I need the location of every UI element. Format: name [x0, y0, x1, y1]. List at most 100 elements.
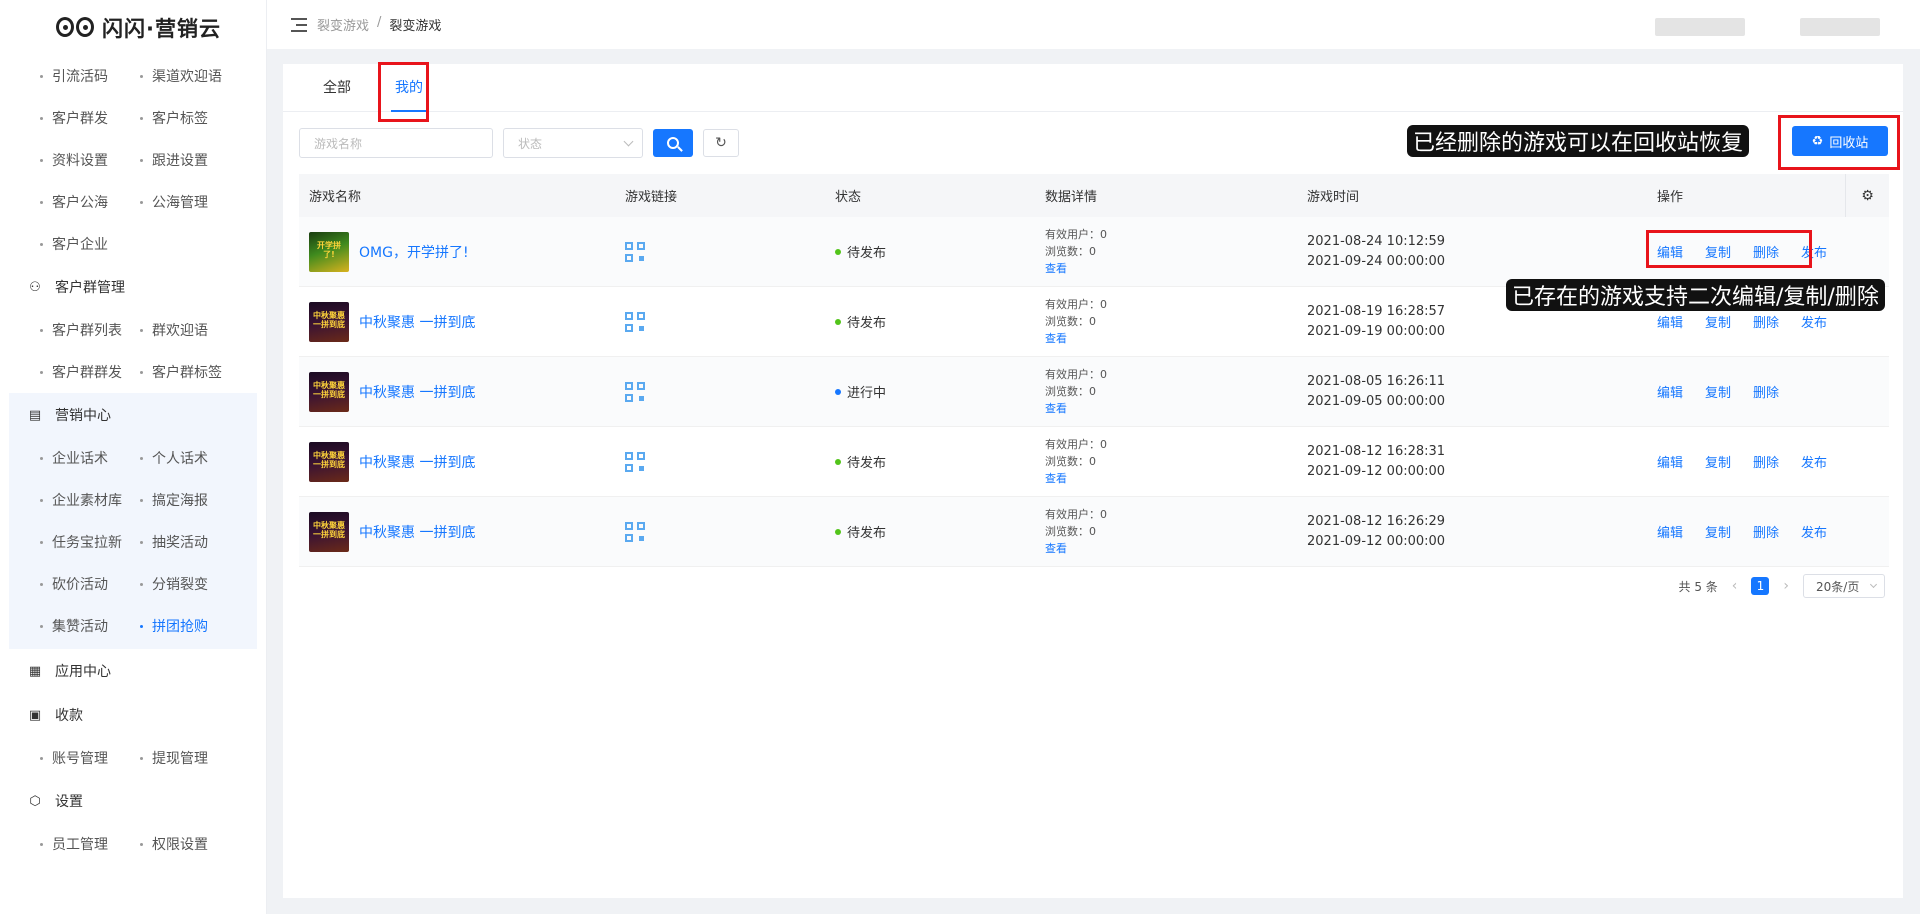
edit-button[interactable]: 编辑 — [1657, 312, 1683, 331]
edit-button[interactable]: 编辑 — [1657, 242, 1683, 261]
pagination: 共 5 条 ‹ 1 › 20条/页 — [1679, 574, 1885, 598]
search-icon — [667, 137, 679, 149]
game-link-cell — [615, 451, 825, 472]
game-name-link[interactable]: 中秋聚惠 一拼到底 — [359, 452, 475, 472]
publish-button[interactable]: 发布 — [1801, 242, 1827, 261]
sidebar-item[interactable]: 引流活码 — [40, 55, 140, 97]
publish-button[interactable]: 发布 — [1801, 312, 1827, 331]
search-button[interactable] — [653, 129, 693, 157]
group-users-icon: ⚇ — [29, 279, 41, 295]
sidebar-item[interactable]: 客户公海 — [40, 181, 140, 223]
delete-button[interactable]: 删除 — [1753, 312, 1779, 331]
prev-page-icon[interactable]: ‹ — [1732, 578, 1738, 594]
recycle-icon: ♻ — [1811, 133, 1824, 149]
sidebar-item[interactable]: 公海管理 — [140, 181, 250, 223]
qr-code-icon[interactable] — [625, 451, 645, 472]
sidebar-item[interactable]: 集赞活动 — [40, 605, 140, 647]
sidebar-group-settings[interactable]: ⬡ 设置 — [0, 779, 266, 823]
status-select[interactable]: 状态 — [503, 128, 643, 158]
page-number-current[interactable]: 1 — [1751, 577, 1770, 595]
breadcrumb-item[interactable]: 裂变游戏 — [317, 15, 369, 34]
game-name-link[interactable]: 中秋聚惠 一拼到底 — [359, 382, 475, 402]
valid-users: 有效用户：0 — [1045, 368, 1107, 381]
next-page-icon[interactable]: › — [1783, 578, 1789, 594]
column-settings-gear-icon[interactable]: ⚙ — [1845, 174, 1889, 217]
sidebar-item[interactable]: 提现管理 — [140, 737, 250, 779]
view-details-link[interactable]: 查看 — [1045, 260, 1297, 277]
sidebar-group-marketing[interactable]: ▤ 营销中心 — [9, 393, 257, 437]
sidebar-item[interactable]: 客户企业 — [40, 223, 140, 265]
sidebar-item[interactable]: 抽奖活动 — [140, 521, 250, 563]
menu-fold-icon[interactable] — [291, 17, 307, 32]
sidebar-item[interactable]: 客户群列表 — [40, 309, 140, 351]
sidebar-item[interactable]: 权限设置 — [140, 823, 250, 865]
tab-all[interactable]: 全部 — [323, 77, 351, 111]
publish-button[interactable]: 发布 — [1801, 522, 1827, 541]
publish-button[interactable]: 发布 — [1801, 452, 1827, 471]
game-name-input[interactable]: 游戏名称 — [299, 128, 493, 158]
sidebar-item[interactable]: 群欢迎语 — [140, 309, 250, 351]
sidebar-item-active[interactable]: 拼团抢购 — [140, 605, 250, 647]
view-details-link[interactable]: 查看 — [1045, 330, 1297, 347]
sidebar-group-customer-groups[interactable]: ⚇ 客户群管理 — [0, 265, 266, 309]
column-header: 游戏时间 — [1307, 190, 1360, 205]
copy-button[interactable]: 复制 — [1705, 382, 1731, 401]
sidebar-item[interactable]: 渠道欢迎语 — [140, 55, 250, 97]
edit-button[interactable]: 编辑 — [1657, 522, 1683, 541]
sidebar-item[interactable]: 企业话术 — [40, 437, 140, 479]
edit-button[interactable]: 编辑 — [1657, 452, 1683, 471]
sidebar-group-payment[interactable]: ▣ 收款 — [0, 693, 266, 737]
status-cell: 待发布 — [825, 312, 1035, 331]
game-name-link[interactable]: 中秋聚惠 一拼到底 — [359, 522, 475, 542]
end-time: 2021-09-12 00:00:00 — [1307, 533, 1446, 549]
copy-button[interactable]: 复制 — [1705, 312, 1731, 331]
sidebar-item[interactable]: 企业素材库 — [40, 479, 140, 521]
view-details-link[interactable]: 查看 — [1045, 470, 1297, 487]
page-size-select[interactable]: 20条/页 — [1803, 574, 1885, 598]
delete-button[interactable]: 删除 — [1753, 242, 1779, 261]
game-name-link[interactable]: 中秋聚惠 一拼到底 — [359, 312, 475, 332]
status-dot — [835, 248, 841, 255]
sidebar-item[interactable]: 客户群发 — [40, 97, 140, 139]
sidebar-item[interactable]: 客户群标签 — [140, 351, 250, 393]
game-name-link[interactable]: OMG，开学拼了! — [359, 242, 469, 262]
sidebar-item[interactable]: 资料设置 — [40, 139, 140, 181]
recycle-bin-button[interactable]: ♻ 回收站 — [1792, 126, 1888, 156]
sidebar-item[interactable]: 客户标签 — [140, 97, 250, 139]
sidebar-item[interactable]: 账号管理 — [40, 737, 140, 779]
qr-code-icon[interactable] — [625, 311, 645, 332]
delete-button[interactable]: 删除 — [1753, 382, 1779, 401]
sidebar-item[interactable]: 员工管理 — [40, 823, 140, 865]
view-details-link[interactable]: 查看 — [1045, 400, 1297, 417]
qr-code-icon[interactable] — [625, 381, 645, 402]
delete-button[interactable]: 删除 — [1753, 522, 1779, 541]
edit-button[interactable]: 编辑 — [1657, 382, 1683, 401]
qr-code-icon[interactable] — [625, 241, 645, 262]
sidebar-item[interactable]: 客户群群发 — [40, 351, 140, 393]
sidebar-item[interactable]: 任务宝拉新 — [40, 521, 140, 563]
game-thumbnail: 中秋聚惠 一拼到底 — [309, 371, 349, 412]
apps-grid-icon: ▦ — [28, 663, 42, 679]
sidebar-item[interactable]: 个人话术 — [140, 437, 250, 479]
refresh-button[interactable]: ↻ — [703, 129, 739, 157]
copy-button[interactable]: 复制 — [1705, 452, 1731, 471]
sidebar: 闪闪·营销云 引流活码 渠道欢迎语 客户群发 客户标签 资料设置 跟进设置 客户… — [0, 0, 267, 914]
sidebar-group-apps[interactable]: ▦ 应用中心 — [0, 649, 266, 693]
start-time: 2021-08-05 16:26:11 — [1307, 373, 1446, 389]
sidebar-item[interactable]: 分销裂变 — [140, 563, 250, 605]
sidebar-item[interactable]: 搞定海报 — [140, 479, 250, 521]
sidebar-item[interactable]: 跟进设置 — [140, 139, 250, 181]
data-detail-cell: 有效用户：0 浏览数：0 查看 — [1035, 366, 1297, 417]
copy-button[interactable]: 复制 — [1705, 522, 1731, 541]
breadcrumb-separator: / — [377, 15, 382, 30]
delete-button[interactable]: 删除 — [1753, 452, 1779, 471]
qr-code-icon[interactable] — [625, 521, 645, 542]
view-details-link[interactable]: 查看 — [1045, 540, 1297, 557]
tab-mine[interactable]: 我的 — [391, 77, 427, 112]
copy-button[interactable]: 复制 — [1705, 242, 1731, 261]
avatar-blurred[interactable] — [1800, 18, 1880, 36]
status-select-placeholder: 状态 — [518, 136, 543, 151]
sidebar-group-label: 营销中心 — [55, 408, 111, 424]
sidebar-item[interactable]: 砍价活动 — [40, 563, 140, 605]
status-dot — [835, 458, 841, 465]
